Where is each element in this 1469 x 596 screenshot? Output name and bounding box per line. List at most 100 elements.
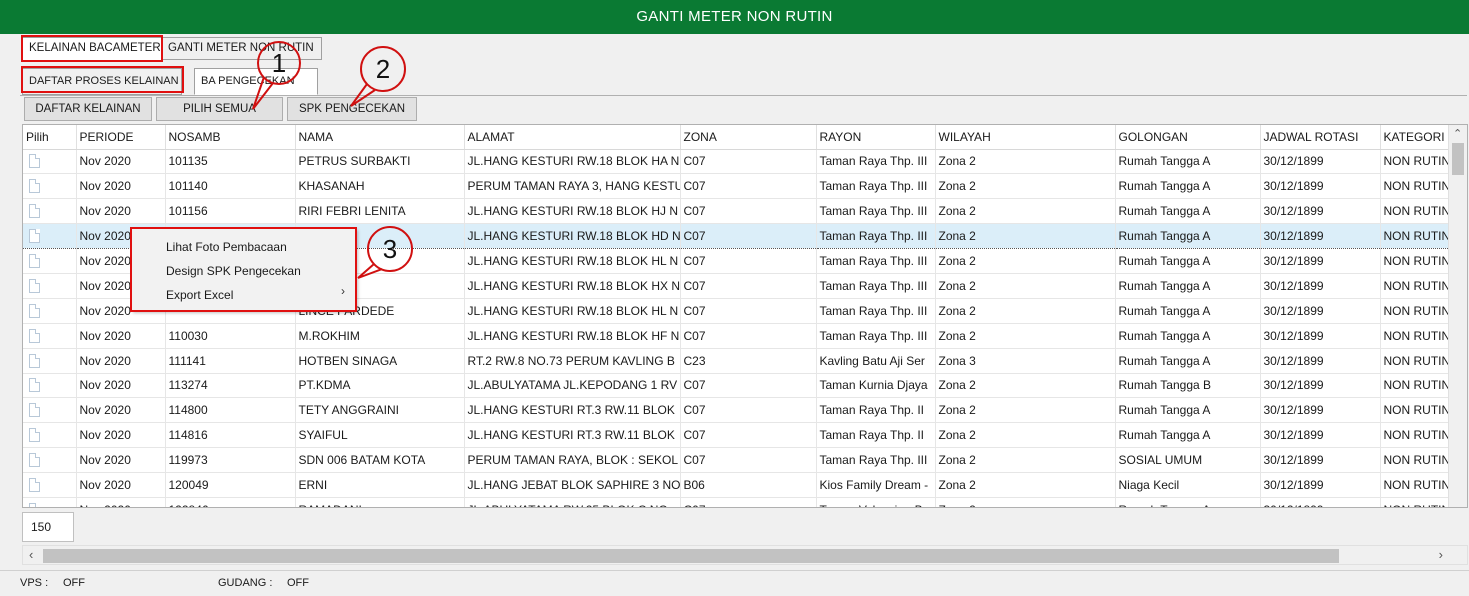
document-icon[interactable] xyxy=(29,328,40,343)
table-cell: 113274 xyxy=(165,373,296,399)
submenu-arrow-icon: › xyxy=(341,284,345,298)
table-cell: Zona 2 xyxy=(935,198,1116,225)
table-cell: JL.HANG KESTURI RW.18 BLOK HL N xyxy=(464,248,681,274)
spk-pengecekan-button[interactable]: SPK PENGECEKAN xyxy=(287,97,417,121)
table-cell: Rumah Tangga A xyxy=(1115,497,1261,507)
document-icon[interactable] xyxy=(29,353,40,368)
table-cell: Nov 2020 xyxy=(76,323,166,349)
table-cell[interactable] xyxy=(23,397,77,424)
document-icon[interactable] xyxy=(29,428,40,443)
table-cell: 30/12/1899 xyxy=(1260,248,1381,274)
table-cell: Nov 2020 xyxy=(76,198,166,225)
table-row[interactable]: Nov 2020 114800 TETY ANGGRAINI JL.HANG KEST… xyxy=(23,397,1449,424)
table-cell[interactable] xyxy=(23,323,77,349)
table-cell: Taman Raya Thp. III xyxy=(816,149,936,175)
table-row[interactable]: Nov 2020122846RAMADANIJL.ABULYATAMA RW.2… xyxy=(23,497,1449,507)
document-icon[interactable] xyxy=(29,229,40,244)
tab-daftar-proses-kelainan[interactable]: DAFTAR PROSES KELAINAN xyxy=(22,68,182,95)
table-cell[interactable] xyxy=(23,447,77,474)
scroll-up-icon[interactable]: ⌃ xyxy=(1453,127,1462,140)
table-cell: 30/12/1899 xyxy=(1260,497,1381,507)
document-icon[interactable] xyxy=(29,204,40,219)
tab-ganti-meter-non-rutin[interactable]: GANTI METER NON RUTIN xyxy=(162,37,322,60)
table-cell: Nov 2020 xyxy=(76,373,166,399)
daftar-kelainan-button[interactable]: DAFTAR KELAINAN xyxy=(24,97,152,121)
table-cell: Rumah Tangga A xyxy=(1115,248,1261,274)
vertical-scrollbar[interactable]: ⌃ xyxy=(1448,125,1467,507)
table-cell: RIRI FEBRI LENITA xyxy=(295,198,465,225)
table-cell: JL.HANG KESTURI RW.18 BLOK HL N xyxy=(464,298,681,324)
table-cell: SDN 006 BATAM KOTA xyxy=(295,447,465,474)
table-cell[interactable] xyxy=(23,497,77,507)
table-cell: Taman Raya Thp. III xyxy=(816,273,936,299)
table-cell[interactable] xyxy=(23,298,77,324)
menu-item-lihat-foto[interactable]: Lihat Foto Pembacaan xyxy=(166,237,287,257)
document-icon[interactable] xyxy=(29,502,40,507)
table-cell: C07 xyxy=(680,397,817,424)
column-header[interactable]: Pilih xyxy=(23,125,77,150)
column-header[interactable]: PERIODE xyxy=(76,125,166,150)
table-row[interactable]: Nov 2020 113274 PT.KDMA JL.ABULYATAMA JL.KE… xyxy=(23,373,1449,399)
table-cell: JL.ABULYATAMA JL.KEPODANG 1 RV xyxy=(464,373,681,399)
column-header[interactable]: ALAMAT xyxy=(464,125,681,150)
document-icon[interactable] xyxy=(29,378,40,393)
table-row[interactable]: Nov 2020 101140 KHASANAH PERUM TAMAN RAYA 3… xyxy=(23,173,1449,200)
tab-kelainan-bacameter[interactable]: KELAINAN BACAMETER xyxy=(22,37,162,60)
table-cell[interactable] xyxy=(23,273,77,299)
document-icon[interactable] xyxy=(29,403,40,418)
table-cell[interactable] xyxy=(23,248,77,274)
table-cell[interactable] xyxy=(23,422,77,449)
document-icon[interactable] xyxy=(29,453,40,468)
document-icon[interactable] xyxy=(29,254,40,268)
table-cell: Rumah Tangga A xyxy=(1115,149,1261,175)
table-cell[interactable] xyxy=(23,223,77,250)
table-cell: Kavling Batu Aji Ser xyxy=(816,348,936,374)
column-header[interactable]: NOSAMB xyxy=(165,125,296,150)
table-cell: JL.HANG KESTURI RW.18 BLOK HD N xyxy=(464,223,681,250)
menu-item-export-excel[interactable]: Export Excel xyxy=(166,285,233,305)
table-row[interactable]: Nov 2020 110030 M.ROKHIM JL.HANG KESTURI RW… xyxy=(23,323,1449,349)
vertical-scroll-thumb[interactable] xyxy=(1452,143,1464,175)
table-cell: C07 xyxy=(680,298,817,324)
document-icon[interactable] xyxy=(29,179,40,194)
table-cell: C07 xyxy=(680,223,817,250)
column-header[interactable]: WILAYAH xyxy=(935,125,1116,150)
table-row[interactable]: Nov 2020 120049 ERNI JL.HANG JEBAT BLOK SAP… xyxy=(23,472,1449,498)
table-cell[interactable] xyxy=(23,348,77,374)
column-header[interactable]: JADWAL ROTASI xyxy=(1260,125,1381,150)
table-cell[interactable] xyxy=(23,472,77,498)
table-row[interactable]: Nov 2020 119973 SDN 006 BATAM KOTA PERUM TA… xyxy=(23,447,1449,474)
table-cell: 30/12/1899 xyxy=(1260,223,1381,250)
horizontal-scroll-thumb[interactable] xyxy=(43,549,1339,563)
table-cell[interactable] xyxy=(23,173,77,200)
table-row[interactable]: Nov 2020 114816 SYAIFUL JL.HANG KESTURI RT.… xyxy=(23,422,1449,449)
scroll-left-icon[interactable]: ‹ xyxy=(29,547,33,562)
table-cell[interactable] xyxy=(23,373,77,399)
table-row[interactable]: Nov 2020 101156 RIRI FEBRI LENITA JL.HANG K… xyxy=(23,198,1449,225)
column-header[interactable]: NAMA xyxy=(295,125,465,150)
column-header[interactable]: GOLONGAN xyxy=(1115,125,1261,150)
table-cell: 30/12/1899 xyxy=(1260,447,1381,474)
scroll-right-icon[interactable]: › xyxy=(1439,547,1443,562)
document-icon[interactable] xyxy=(29,303,40,318)
table-cell: Zona 2 xyxy=(935,472,1116,498)
menu-item-design-spk[interactable]: Design SPK Pengecekan xyxy=(166,261,301,281)
table-row[interactable]: Nov 2020 101135 PETRUS SURBAKTI JL.HANG KES… xyxy=(23,149,1449,175)
column-header[interactable]: KATEGORI xyxy=(1380,125,1449,150)
table-cell[interactable] xyxy=(23,198,77,225)
table-cell[interactable] xyxy=(23,149,77,175)
window-title: GANTI METER NON RUTIN xyxy=(0,0,1469,34)
horizontal-scrollbar[interactable]: ‹ › xyxy=(22,545,1468,565)
table-cell: Rumah Tangga A xyxy=(1115,397,1261,424)
table-cell: NON RUTIN xyxy=(1380,422,1449,449)
table-row[interactable]: Nov 2020 111141 HOTBEN SINAGA RT.2 RW.8 NO.… xyxy=(23,348,1449,374)
column-header[interactable]: ZONA xyxy=(680,125,817,150)
document-icon[interactable] xyxy=(29,154,40,169)
tab-ba-pengecekan[interactable]: BA PENGECEKAN xyxy=(194,68,318,95)
table-cell: 119973 xyxy=(165,447,296,474)
table-cell: Nov 2020 xyxy=(76,397,166,424)
pilih-semua-button[interactable]: PILIH SEMUA xyxy=(156,97,283,121)
document-icon[interactable] xyxy=(29,478,40,493)
document-icon[interactable] xyxy=(29,278,40,293)
column-header[interactable]: RAYON xyxy=(816,125,936,150)
